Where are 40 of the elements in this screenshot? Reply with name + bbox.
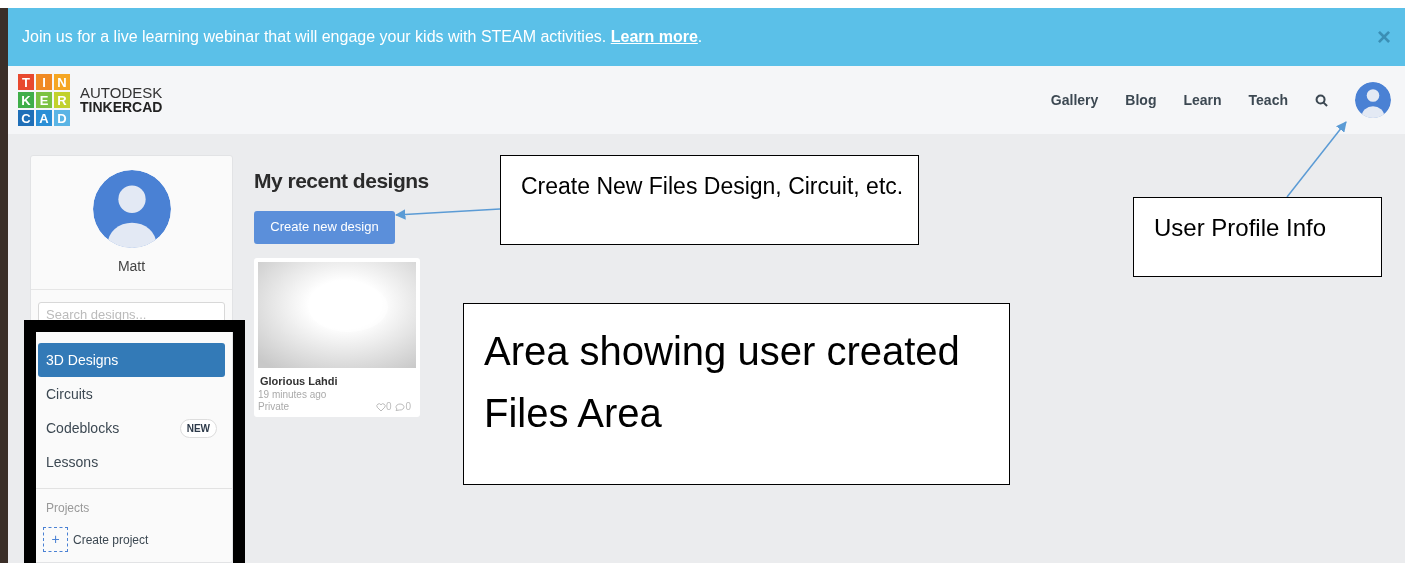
section-heading: My recent designs (254, 168, 429, 194)
sidebar-item[interactable]: Lessons (38, 445, 225, 479)
search-icon[interactable] (1315, 93, 1328, 107)
brand-name: TINKERCAD (80, 100, 163, 115)
profile-avatar-icon[interactable] (1355, 82, 1391, 118)
logo-tile: C (18, 110, 34, 126)
new-badge: NEW (179, 418, 217, 438)
comment-icon (394, 402, 406, 412)
callout-box: Create New Files Design, Circuit, etc. (500, 155, 919, 245)
callout-box: Area showing user created Files Area (463, 303, 1010, 485)
logo-tile: I (36, 74, 52, 90)
logo-tile: E (36, 92, 52, 108)
user-avatar-icon (92, 170, 171, 248)
nav-link[interactable]: Blog (1125, 89, 1157, 111)
logo-tile: A (36, 110, 52, 126)
create-project-button[interactable]: + Create project (43, 527, 217, 552)
design-card[interactable]: Glorious Lahdi 19 minutes ago Private 0 0 (254, 257, 420, 417)
nav-link[interactable]: Gallery (1050, 89, 1099, 111)
design-time: 19 minutes ago (258, 389, 328, 401)
logo-tile: K (18, 92, 34, 108)
sidebar-item[interactable]: Codeblocks NEW (38, 411, 225, 445)
logo-tile: D (54, 110, 70, 126)
brand-name: AUTODESK (80, 85, 163, 100)
design-title: Glorious Lahdi (260, 373, 339, 389)
sidebar-item[interactable]: 3D Designs (38, 343, 225, 377)
comments-count: 0 (394, 401, 411, 413)
user-name: Matt (117, 257, 146, 276)
sidebar-item[interactable]: Circuits (38, 377, 225, 411)
plus-icon: + (43, 527, 68, 552)
likes-count: 0 (375, 401, 392, 413)
banner-text: Join us for a live learning webinar that will engage your kids with STEAM activities. Learn more. (22, 27, 703, 47)
logo-tile: R (54, 92, 70, 108)
projects-heading: Projects (46, 500, 91, 517)
nav-link[interactable]: Teach (1248, 89, 1288, 111)
logo-tile: N (54, 74, 70, 90)
nav-link[interactable]: Learn (1183, 89, 1222, 111)
callout-box: User Profile Info (1133, 197, 1382, 277)
heart-icon (375, 402, 386, 412)
logo-tile: T (18, 74, 34, 90)
design-visibility: Private (258, 401, 290, 413)
